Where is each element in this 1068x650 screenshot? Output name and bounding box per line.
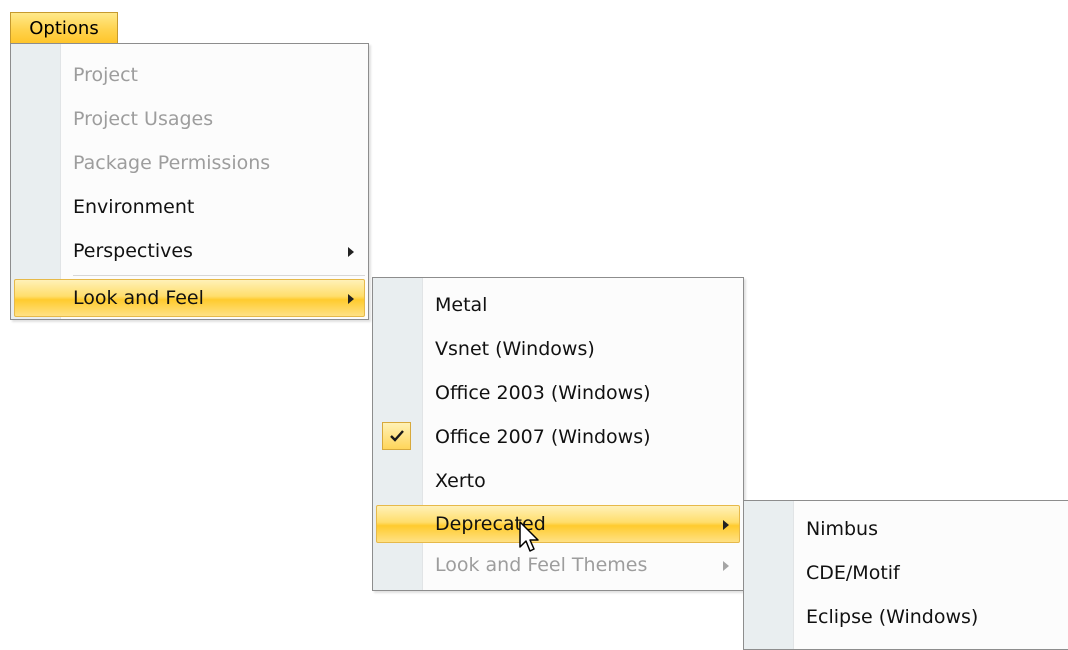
mouse-cursor-icon: [519, 521, 539, 552]
menu-item-eclipse[interactable]: Eclipse (Windows): [744, 595, 1068, 639]
menu-item-label: Vsnet (Windows): [435, 338, 595, 360]
menu-item-office-2003[interactable]: Office 2003 (Windows): [373, 371, 743, 415]
menu-item-label: Nimbus: [806, 518, 879, 540]
options-menu: Project Project Usages Package Permissio…: [10, 43, 369, 320]
menu-item-label: Project: [73, 64, 139, 86]
menu-item-label: Look and Feel: [73, 287, 204, 309]
menu-item-cde-motif[interactable]: CDE/Motif: [744, 551, 1068, 595]
menu-item-label: Xerto: [435, 470, 486, 492]
submenu-arrow-icon: [348, 247, 354, 257]
submenu-arrow-icon: [723, 561, 729, 571]
menu-item-look-and-feel-themes[interactable]: Look and Feel Themes: [373, 543, 743, 587]
menu-item-project[interactable]: Project: [11, 53, 368, 97]
menu-item-label: Package Permissions: [73, 152, 271, 174]
menu-item-label: Project Usages: [73, 108, 214, 130]
menu-item-label: Environment: [73, 196, 195, 218]
menu-item-label: Metal: [435, 294, 488, 316]
menu-item-deprecated[interactable]: Deprecated: [373, 502, 743, 546]
menu-item-perspectives[interactable]: Perspectives: [11, 229, 368, 273]
menu-item-nimbus[interactable]: Nimbus: [744, 507, 1068, 551]
submenu-arrow-icon: [723, 520, 729, 530]
look-and-feel-submenu: Metal Vsnet (Windows) Office 2003 (Windo…: [372, 277, 744, 591]
menu-item-xerto[interactable]: Xerto: [373, 459, 743, 503]
menu-item-look-and-feel[interactable]: Look and Feel: [11, 276, 368, 320]
submenu-arrow-icon: [348, 294, 354, 304]
menu-item-vsnet[interactable]: Vsnet (Windows): [373, 327, 743, 371]
menu-item-label: Perspectives: [73, 240, 193, 262]
menu-item-label: Office 2007 (Windows): [435, 426, 651, 448]
menu-item-label: Office 2003 (Windows): [435, 382, 651, 404]
deprecated-submenu: Nimbus CDE/Motif Eclipse (Windows): [743, 500, 1068, 650]
menu-item-label: CDE/Motif: [806, 562, 900, 584]
menu-item-office-2007[interactable]: Office 2007 (Windows): [373, 415, 743, 459]
checkmark-icon: [390, 430, 404, 442]
highlight-background: [376, 505, 740, 543]
options-menu-button[interactable]: Options: [10, 12, 118, 43]
menu-item-package-permissions[interactable]: Package Permissions: [11, 141, 368, 185]
menu-item-project-usages[interactable]: Project Usages: [11, 97, 368, 141]
menu-item-label: Eclipse (Windows): [806, 606, 979, 628]
menu-item-environment[interactable]: Environment: [11, 185, 368, 229]
checked-indicator: [382, 422, 411, 450]
menu-item-metal[interactable]: Metal: [373, 283, 743, 327]
